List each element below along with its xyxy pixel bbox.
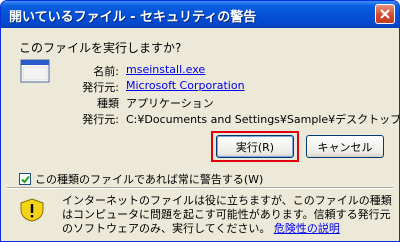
- publisher-link[interactable]: Microsoft Corporation: [126, 79, 245, 92]
- file-name-link[interactable]: mseinstall.exe: [126, 63, 205, 76]
- security-shield-warning-icon: [20, 198, 44, 222]
- application-icon: [20, 59, 50, 83]
- security-warning-dialog: 開いているファイル - セキュリティの警告 このファイルを実行しますか? 名前:…: [0, 0, 400, 242]
- checkmark-icon: [20, 175, 30, 183]
- type-label: 種類: [97, 97, 119, 110]
- always-warn-label: この種類のファイルであれば常に警告する(W): [35, 173, 264, 186]
- cancel-button[interactable]: キャンセル: [306, 135, 384, 158]
- risk-explanation-link[interactable]: 危険性の説明: [274, 222, 340, 235]
- divider: [7, 187, 393, 189]
- window-title: 開いているファイル - セキュリティの警告: [9, 10, 257, 25]
- publisher-label: 発行元:: [82, 81, 119, 94]
- run-button[interactable]: 実行(R): [216, 135, 294, 158]
- type-value: アプリケーション: [126, 97, 214, 110]
- always-warn-option[interactable]: この種類のファイルであれば常に警告する(W): [19, 171, 263, 187]
- always-warn-checkbox[interactable]: [19, 173, 31, 185]
- from-path: C:¥Documents and Settings¥Sample¥デスクトップ: [126, 113, 400, 126]
- warning-text: インターネットのファイルは役に立ちますが、このファイルの種類はコンピュータに問題…: [62, 194, 392, 235]
- run-button-label: 実行(R): [235, 140, 275, 154]
- from-label: 発行元:: [82, 113, 119, 126]
- run-question: このファイルを実行しますか?: [19, 41, 182, 55]
- title-bar[interactable]: 開いているファイル - セキュリティの警告: [1, 1, 399, 28]
- warning-message: インターネットのファイルは役に立ちますが、このファイルの種類はコンピュータに問題…: [62, 194, 392, 236]
- name-label: 名前:: [93, 65, 119, 78]
- cancel-button-label: キャンセル: [317, 140, 373, 154]
- close-icon: [380, 9, 390, 19]
- close-button[interactable]: [375, 4, 395, 24]
